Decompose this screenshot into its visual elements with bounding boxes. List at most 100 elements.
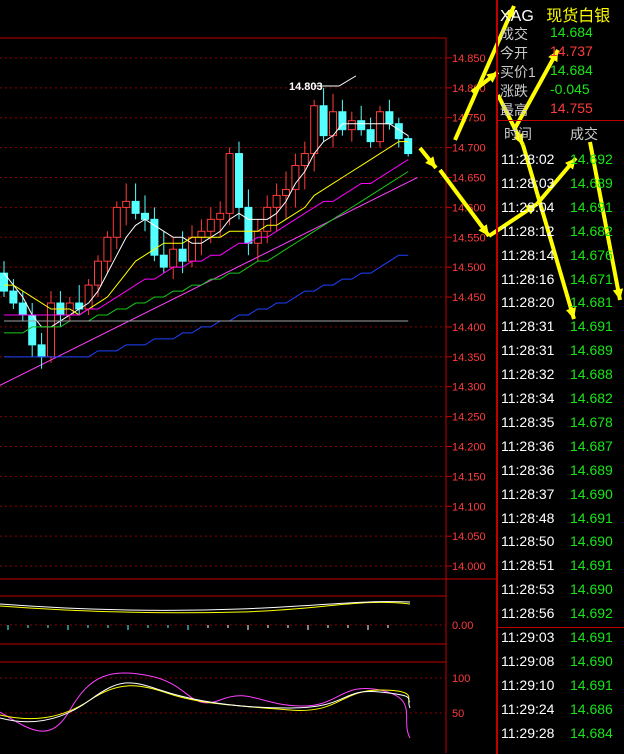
tick-price: 14.692 [570,605,613,622]
tick-time: 11:28:12 [501,222,555,239]
candle-body [188,236,196,262]
tick-row: 11:28:31 14.689 [498,342,624,364]
tick-price: 14.691 [570,198,613,215]
quote-label: 涨跌 [500,83,528,99]
price-tick-label: 14.150 [452,471,486,483]
candle-body [103,236,112,262]
tick-row: 11:28:20 14.681 [498,294,624,316]
quote-label: 最高 [500,102,528,118]
tick-price: 14.692 [570,151,613,167]
tick-time: 11:28:51 [501,557,555,574]
tick-time: 11:29:28 [501,724,555,741]
tick-row: 11:28:48 14.691 [498,510,624,532]
candle-body [235,153,243,208]
tick-time: 11:28:36 [501,461,555,478]
price-tick-label: 14.500 [452,262,486,274]
quote-row: 涨跌 -0.045 [500,81,624,101]
candle-body [244,206,253,244]
tick-price: 14.691 [570,629,613,645]
candle-body [75,302,84,310]
tick-row: 11:29:03 14.691 [498,629,624,651]
tick-row: 11:29:10 14.691 [498,677,624,699]
tick-price: 14.691 [570,318,613,335]
tick-price: 14.684 [570,724,613,741]
tick-price: 14.681 [570,294,613,311]
tick-time: 11:29:10 [501,676,555,693]
price-tick-label: 14.000 [452,561,486,573]
price-tick-label: 14.550 [452,232,486,244]
tick-row: 11:28:34 14.682 [498,390,624,412]
candle-body [112,206,121,238]
tick-price: 14.689 [570,461,613,478]
candle-body [169,248,178,268]
tick-time: 11:28:37 [501,485,555,502]
tick-time: 11:28:53 [501,581,555,598]
price-tick-label: 14.250 [452,412,486,424]
tick-price: 14.690 [570,581,613,598]
tick-time: 11:28:04 [501,198,555,215]
tick-price: 14.678 [570,413,613,430]
candle-body [300,153,309,167]
tick-price: 14.682 [570,390,613,406]
tick-time: 11:28:48 [501,509,555,526]
candle-body [28,314,37,346]
quote-header: XAG 现货白银 [500,2,610,26]
quote-label: 成交 [500,26,528,42]
price-tick-label: 14.100 [452,501,486,513]
tick-row: 11:29:08 14.690 [498,653,624,675]
candle-body [282,188,290,196]
quote-value: 14.684 [550,62,593,78]
tick-price: 14.686 [570,700,613,717]
price-tick-label: 14.300 [452,382,486,394]
tick-row: 11:28:02 14.692 [498,151,624,173]
quote-row: 最高 14.755 [500,100,624,120]
price-tick-label: 14.050 [452,531,486,543]
tick-time: 11:28:35 [501,413,555,430]
tick-row: 11:28:56 14.692 [498,605,624,629]
quote-panel: XAG 现货白银 成交 14.684 今开 14.737 买价1 14.684 涨跌 -0.0… [496,0,624,120]
candle-body [159,254,168,268]
price-tick-label: 14.700 [452,143,486,155]
tick-row: 11:28:04 14.691 [498,199,624,221]
tick-price: 14.690 [570,485,613,502]
tick-row: 11:28:35 14.678 [498,414,624,436]
tick-time: 11:28:03 [501,174,555,191]
tick-price: 14.690 [570,652,613,669]
symbol-code: XAG [500,8,534,25]
tick-row: 11:28:32 14.688 [498,366,624,388]
tick-time: 11:29:08 [501,652,555,669]
candle-body [225,153,234,214]
tick-row: 11:28:53 14.690 [498,581,624,603]
tick-price: 14.688 [570,366,613,383]
candle-body [122,200,131,208]
tick-time: 11:29:24 [501,700,555,717]
tick-row: 11:28:51 14.691 [498,557,624,579]
tick-row: 11:28:14 14.676 [498,247,624,269]
tick-price: 14.689 [570,174,613,191]
tick-price: 14.682 [570,222,613,239]
price-tick-label: 14.400 [452,322,486,334]
tick-time: 11:28:34 [501,390,555,406]
price-tick-label: 14.350 [452,352,486,364]
tick-price: 14.691 [570,557,613,574]
quote-row: 今开 14.737 [500,43,624,63]
kdj-tick-label: 50 [452,708,464,720]
tick-time: 11:28:16 [501,270,555,287]
price-tick-label: 14.450 [452,292,486,304]
candle-body [376,111,384,143]
candle-body [150,218,159,256]
candle-body [385,111,394,125]
candle-body [357,120,366,131]
candle-body [84,284,93,310]
symbol-name: 现货白银 [546,8,611,25]
quote-value: -0.045 [550,81,590,97]
quote-row: 买价1 14.684 [500,62,624,82]
kdj-tick-label: 100 [452,673,470,685]
tick-row: 11:29:24 14.686 [498,701,624,723]
tick-price: 14.691 [570,509,613,526]
tick-time: 11:28:31 [501,318,555,335]
candle-body [94,260,102,286]
candle-body [291,165,300,190]
candle-body [18,302,27,316]
tick-list[interactable]: 时间 成交 11:28:02 14.692 11:28:03 14.689 11:28:… [496,120,624,754]
